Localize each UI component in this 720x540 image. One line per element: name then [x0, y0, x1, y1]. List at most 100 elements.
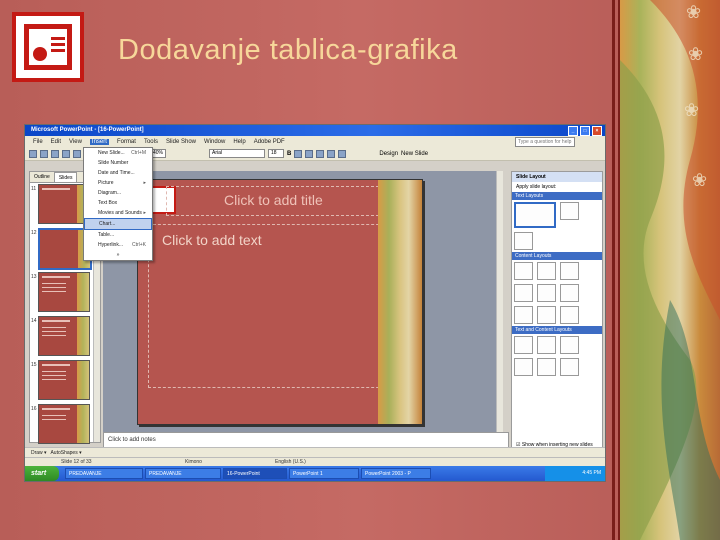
text-placeholder[interactable] — [148, 224, 394, 388]
help-search-input[interactable]: Type a question for help — [515, 137, 575, 147]
menu-item-movies-sounds[interactable]: Movies and Sounds ▸ — [84, 208, 152, 218]
divider-line — [612, 0, 615, 540]
menu-window[interactable]: Window — [204, 139, 225, 145]
menu-tools[interactable]: Tools — [144, 139, 158, 145]
menu-slide-show[interactable]: Slide Show — [166, 139, 196, 145]
section-header: Content Layouts — [512, 252, 602, 260]
decorative-stripe: ❀ ❀ ❀ ❀ — [620, 0, 720, 540]
open-icon[interactable] — [40, 149, 48, 158]
taskbar-item[interactable]: PowerPoint 1 — [289, 468, 359, 479]
align-right-icon[interactable] — [338, 149, 347, 158]
maximize-icon[interactable]: □ — [580, 126, 590, 136]
layout-thumbnail[interactable] — [560, 202, 579, 220]
slide-thumbnail[interactable] — [38, 404, 90, 444]
menu-item-slide-number[interactable]: Slide Number — [84, 158, 152, 168]
menu-format[interactable]: Format — [117, 139, 136, 145]
font-size-select[interactable]: 18 — [268, 149, 285, 158]
powerpoint-screenshot: Microsoft PowerPoint - [16-PowerPoint] _… — [24, 124, 606, 482]
design-button[interactable]: Design — [379, 151, 398, 157]
draw-button[interactable]: Draw — [31, 450, 43, 456]
new-icon[interactable] — [29, 149, 37, 158]
slide-number: 12 — [31, 230, 37, 236]
align-center-icon[interactable] — [327, 149, 336, 158]
menu-insert[interactable]: Insert — [89, 138, 109, 145]
section-header: Text Layouts — [512, 192, 602, 200]
print-icon[interactable] — [62, 149, 70, 158]
flower-icon: ❀ — [692, 170, 708, 190]
layout-thumbnail[interactable] — [514, 232, 533, 250]
slide-number: 15 — [31, 362, 37, 368]
menu-help[interactable]: Help — [233, 139, 245, 145]
menu-item-picture[interactable]: Picture ▸ — [84, 178, 152, 188]
spelling-icon[interactable] — [73, 149, 81, 158]
menu-item-chart[interactable]: Chart... — [84, 218, 152, 230]
apply-layout-label: Apply slide layout: — [516, 184, 557, 190]
taskbar-item-active[interactable]: 16-PowerPoint — [223, 468, 287, 479]
layout-thumbnail[interactable] — [514, 306, 533, 324]
font-select[interactable]: Arial — [209, 149, 266, 158]
layout-thumbnail[interactable] — [537, 262, 556, 280]
menu-expand-chevron[interactable]: » — [84, 250, 152, 260]
layout-thumbnail[interactable] — [560, 358, 579, 376]
slide-number: 14 — [31, 318, 37, 324]
slide-layout-pane: Slide Layout Apply slide layout: Text La… — [511, 171, 603, 451]
align-left-icon[interactable] — [316, 149, 325, 158]
layout-thumbnail[interactable] — [537, 358, 556, 376]
taskbar-item[interactable]: PowerPoint 2003 - P — [361, 468, 431, 479]
menu-view[interactable]: View — [69, 139, 82, 145]
page-title: Dodavanje tablica-grafika — [118, 34, 458, 66]
editor-scrollbar[interactable] — [496, 171, 503, 441]
start-button[interactable]: start — [25, 466, 59, 481]
layout-thumbnail[interactable] — [514, 336, 533, 354]
autoshapes-button[interactable]: AutoShapes — [50, 450, 77, 456]
flower-icon: ❀ — [688, 44, 704, 64]
menu-file[interactable]: File — [33, 139, 43, 145]
layout-thumbnail[interactable] — [537, 336, 556, 354]
tab-outline[interactable]: Outline — [30, 172, 54, 182]
slide-number: 11 — [31, 186, 37, 192]
new-slide-button[interactable]: New Slide — [401, 151, 428, 157]
layout-thumbnail[interactable] — [514, 358, 533, 376]
title-placeholder-text: Click to add title — [224, 192, 323, 208]
layout-thumbnail[interactable] — [537, 306, 556, 324]
menu-edit[interactable]: Edit — [51, 139, 61, 145]
current-slide: Click to add title Click to add text — [137, 179, 423, 425]
save-icon[interactable] — [51, 149, 59, 158]
layout-thumbnail[interactable] — [537, 284, 556, 302]
menu-item-text-box[interactable]: Text Box — [84, 198, 152, 208]
notes-input[interactable]: Click to add notes — [103, 432, 509, 448]
text-placeholder-text: Click to add text — [162, 232, 262, 248]
layout-thumbnail[interactable] — [514, 284, 533, 302]
menu-adobe-pdf[interactable]: Adobe PDF — [254, 139, 285, 145]
slide-thumbnail[interactable] — [38, 272, 90, 312]
slide-thumbnail[interactable] — [38, 316, 90, 356]
menu-item-date-time[interactable]: Date and Time... — [84, 168, 152, 178]
slide-editor: Click to add title Click to add text — [103, 171, 503, 441]
window-title: Microsoft PowerPoint - [16-PowerPoint] — [31, 127, 144, 133]
window-titlebar: Microsoft PowerPoint - [16-PowerPoint] _… — [25, 125, 605, 136]
tab-slides[interactable]: Slides — [53, 172, 78, 182]
layout-thumbnail[interactable] — [560, 284, 579, 302]
taskpane-title: Slide Layout — [512, 172, 602, 182]
system-tray-clock: 4:45 PM — [545, 466, 605, 481]
close-icon[interactable]: × — [592, 126, 602, 136]
layout-thumbnail[interactable] — [560, 336, 579, 354]
underline-icon[interactable] — [305, 149, 314, 158]
taskbar-item[interactable]: PREDAVANJE — [65, 468, 143, 479]
layout-thumbnail[interactable] — [560, 306, 579, 324]
minimize-icon[interactable]: _ — [568, 126, 578, 136]
taskbar-item[interactable]: PREDAVANJE — [145, 468, 221, 479]
layout-thumbnail[interactable] — [514, 202, 556, 228]
flower-icon: ❀ — [686, 2, 702, 22]
layout-thumbnail[interactable] — [560, 262, 579, 280]
menu-item-hyperlink[interactable]: Hyperlink... Ctrl+K — [84, 240, 152, 250]
insert-menu: New Slide... Ctrl+M Slide Number Date and… — [83, 147, 153, 261]
flower-icon: ❀ — [684, 100, 700, 120]
menu-item-table[interactable]: Table... — [84, 230, 152, 240]
layout-thumbnail[interactable] — [514, 262, 533, 280]
italic-icon[interactable] — [294, 149, 303, 158]
menu-item-new-slide[interactable]: New Slide... Ctrl+M — [84, 148, 152, 158]
slide-thumbnail[interactable] — [38, 360, 90, 400]
bold-icon[interactable]: B — [287, 151, 291, 157]
menu-item-diagram[interactable]: Diagram... — [84, 188, 152, 198]
